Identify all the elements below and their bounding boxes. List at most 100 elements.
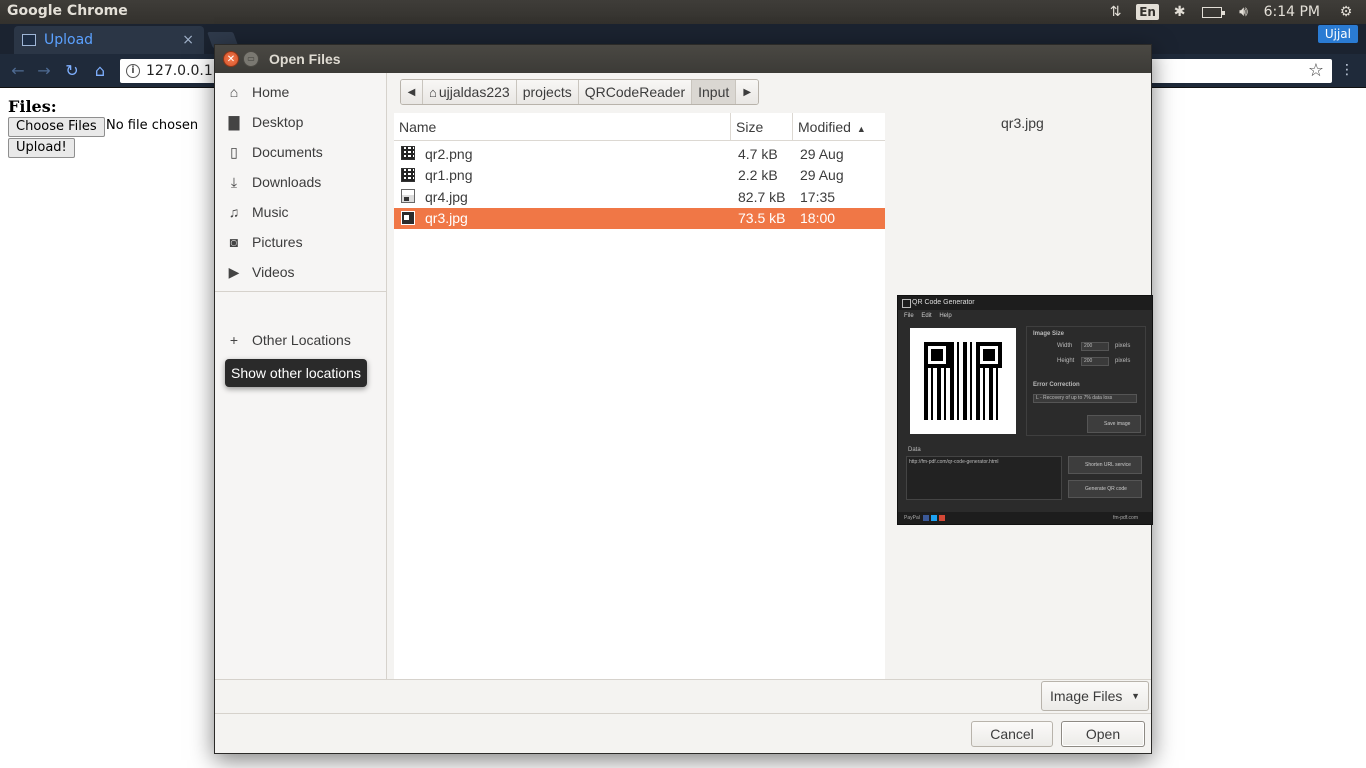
download-icon: ⤓ bbox=[230, 173, 238, 190]
file-modified: 18:00 bbox=[800, 210, 836, 226]
sort-ascending-icon: ▲ bbox=[856, 124, 866, 134]
bookmark-star-icon[interactable]: ☆ bbox=[1308, 60, 1324, 81]
home-icon[interactable]: ⌂ bbox=[90, 61, 110, 81]
image-preview: QR Code Generator File Edit Help Image S… bbox=[897, 295, 1153, 525]
music-icon: ♫ bbox=[228, 204, 240, 220]
dialog-close-icon[interactable]: ✕ bbox=[223, 51, 239, 67]
sidebar-item-pictures[interactable]: ◙ Pictures bbox=[215, 227, 386, 257]
column-label: Modified bbox=[798, 119, 851, 135]
dialog-title: Open Files bbox=[269, 51, 341, 67]
path-scroll-right-icon[interactable]: ▶ bbox=[736, 80, 759, 104]
sidebar-item-documents[interactable]: ▯ Documents bbox=[215, 137, 386, 167]
file-list: Name Size Modified ▲ qr2.png 4.7 kB 29 Aug q… bbox=[394, 113, 885, 679]
clock[interactable]: 6:14 PM bbox=[1264, 4, 1320, 20]
tab-upload[interactable]: Upload × bbox=[14, 26, 204, 54]
dialog-divider-2 bbox=[215, 713, 1151, 714]
profile-button[interactable]: Ujjal bbox=[1317, 25, 1358, 43]
preview-shorten-url-button: Shorten URL service bbox=[1068, 456, 1142, 474]
path-crumb-qrcodereader[interactable]: QRCodeReader bbox=[578, 80, 693, 104]
sidebar-item-label: Desktop bbox=[252, 114, 304, 130]
choose-files-button[interactable]: Choose Files bbox=[8, 117, 105, 137]
tooltip-show-other-locations: Show other locations bbox=[225, 359, 367, 387]
document-icon: ▯ bbox=[230, 143, 238, 160]
preview-settings-panel: Image Size Width 200 pixels Height 200 p… bbox=[1026, 326, 1146, 436]
file-name: qr2.png bbox=[425, 145, 473, 162]
preview-app-title: QR Code Generator bbox=[898, 296, 1152, 310]
upload-button[interactable]: Upload! bbox=[8, 138, 75, 158]
dialog-titlebar[interactable]: ✕ ▭ Open Files bbox=[215, 45, 1151, 73]
network-arrows-icon[interactable]: ⇅ bbox=[1104, 0, 1128, 24]
twitter-icon bbox=[931, 514, 938, 521]
sidebar-item-label: Videos bbox=[252, 264, 295, 280]
path-scroll-left-icon[interactable]: ◀ bbox=[401, 80, 423, 104]
sidebar-item-videos[interactable]: ▶ Videos bbox=[215, 257, 386, 287]
file-row[interactable]: qr2.png 4.7 kB 29 Aug bbox=[394, 143, 885, 164]
image-thumbnail-icon bbox=[401, 189, 415, 203]
sidebar-item-music[interactable]: ♫ Music bbox=[215, 197, 386, 227]
battery-outline bbox=[1201, 6, 1225, 18]
preview-width-field: 200 bbox=[1081, 342, 1109, 351]
file-name: qr4.jpg bbox=[425, 188, 468, 205]
bluetooth-icon[interactable]: ✱ bbox=[1168, 0, 1192, 24]
column-modified-header[interactable]: Modified ▲ bbox=[792, 113, 885, 141]
sidebar-item-desktop[interactable]: ▇ Desktop bbox=[215, 107, 386, 137]
filter-label: Image Files bbox=[1050, 688, 1123, 704]
path-crumb-projects[interactable]: projects bbox=[516, 80, 579, 104]
preview-site-label: fm-pdf.com bbox=[1112, 515, 1138, 521]
file-modified: 17:35 bbox=[800, 188, 836, 205]
file-size: 4.7 kB bbox=[738, 145, 778, 162]
column-size-header[interactable]: Size bbox=[730, 113, 792, 141]
preview-error-correction-field: L - Recovery of up to 7% data loss bbox=[1033, 394, 1137, 403]
file-list-header: Name Size Modified ▲ bbox=[394, 113, 885, 141]
tab-title: Upload bbox=[44, 32, 94, 48]
sidebar-item-label: Home bbox=[252, 84, 290, 100]
file-name: qr1.png bbox=[425, 167, 473, 183]
path-crumb-home[interactable]: ⌂ ujjaldas223 bbox=[423, 80, 517, 104]
column-name-header[interactable]: Name bbox=[394, 113, 730, 141]
language-badge: En bbox=[1136, 4, 1159, 20]
sidebar-item-home[interactable]: ⌂ Home bbox=[215, 77, 386, 107]
preview-error-correction-label: Error Correction bbox=[1033, 382, 1080, 388]
system-tray: ⇅ En ✱ 🔊︎ 6:14 PM ⚙ bbox=[1104, 0, 1366, 24]
open-button[interactable]: Open bbox=[1061, 721, 1145, 747]
preview-qr-frame bbox=[910, 328, 1016, 434]
dialog-minimize-icon[interactable]: ▭ bbox=[243, 51, 259, 67]
sidebar-item-label: Other Locations bbox=[252, 332, 351, 348]
chrome-menu-icon[interactable]: ⋮ bbox=[1340, 62, 1354, 78]
folder-icon: ▇ bbox=[228, 113, 240, 130]
active-app-title: Google Chrome bbox=[7, 3, 128, 19]
battery-icon[interactable] bbox=[1200, 0, 1225, 24]
back-arrow-icon[interactable]: ← bbox=[8, 61, 28, 81]
keyboard-layout-indicator[interactable]: En bbox=[1136, 0, 1160, 24]
tab-close-icon[interactable]: × bbox=[182, 32, 194, 48]
files-label: Files: bbox=[8, 97, 57, 116]
home-icon: ⌂ bbox=[229, 84, 239, 100]
video-icon: ▶ bbox=[228, 263, 240, 280]
preview-height-field: 200 bbox=[1081, 357, 1109, 366]
preview-save-image-button: Save image bbox=[1087, 415, 1141, 433]
file-type-filter[interactable]: Image Files ▼ bbox=[1041, 681, 1149, 711]
reload-icon[interactable]: ↻ bbox=[62, 61, 82, 81]
camera-icon: ◙ bbox=[229, 234, 239, 250]
preview-width-label: Width bbox=[1057, 343, 1073, 349]
cancel-button[interactable]: Cancel bbox=[971, 721, 1053, 747]
file-row[interactable]: qr4.jpg 82.7 kB 17:35 bbox=[394, 186, 885, 207]
sidebar-item-downloads[interactable]: ⤓ Downloads bbox=[215, 167, 386, 197]
preview-menu: File Edit Help bbox=[904, 313, 952, 319]
places-sidebar: ⌂ Home ▇ Desktop ▯ Documents ⤓ Downloads ♫ Music ◙… bbox=[215, 73, 387, 679]
facebook-icon bbox=[923, 514, 930, 521]
power-gear-icon[interactable]: ⚙ bbox=[1334, 0, 1358, 24]
path-crumb-input[interactable]: Input bbox=[692, 80, 737, 104]
file-row-selected[interactable]: qr3.jpg 73.5 kB 18:00 bbox=[394, 207, 885, 229]
sidebar-item-label: Downloads bbox=[252, 174, 322, 190]
preview-filename: qr3.jpg bbox=[1001, 115, 1044, 131]
volume-icon[interactable]: 🔊︎ bbox=[1232, 0, 1256, 24]
plus-icon: + bbox=[229, 332, 239, 348]
preview-footer: PayPal fm-pdf.com bbox=[898, 512, 1152, 524]
forward-arrow-icon[interactable]: → bbox=[34, 61, 54, 81]
sidebar-item-other-locations[interactable]: + Other Locations bbox=[215, 325, 386, 355]
file-size: 2.2 kB bbox=[738, 167, 778, 183]
file-modified: 29 Aug bbox=[800, 167, 844, 183]
site-info-icon[interactable]: i bbox=[126, 64, 140, 78]
file-row[interactable]: qr1.png 2.2 kB 29 Aug bbox=[394, 165, 885, 186]
